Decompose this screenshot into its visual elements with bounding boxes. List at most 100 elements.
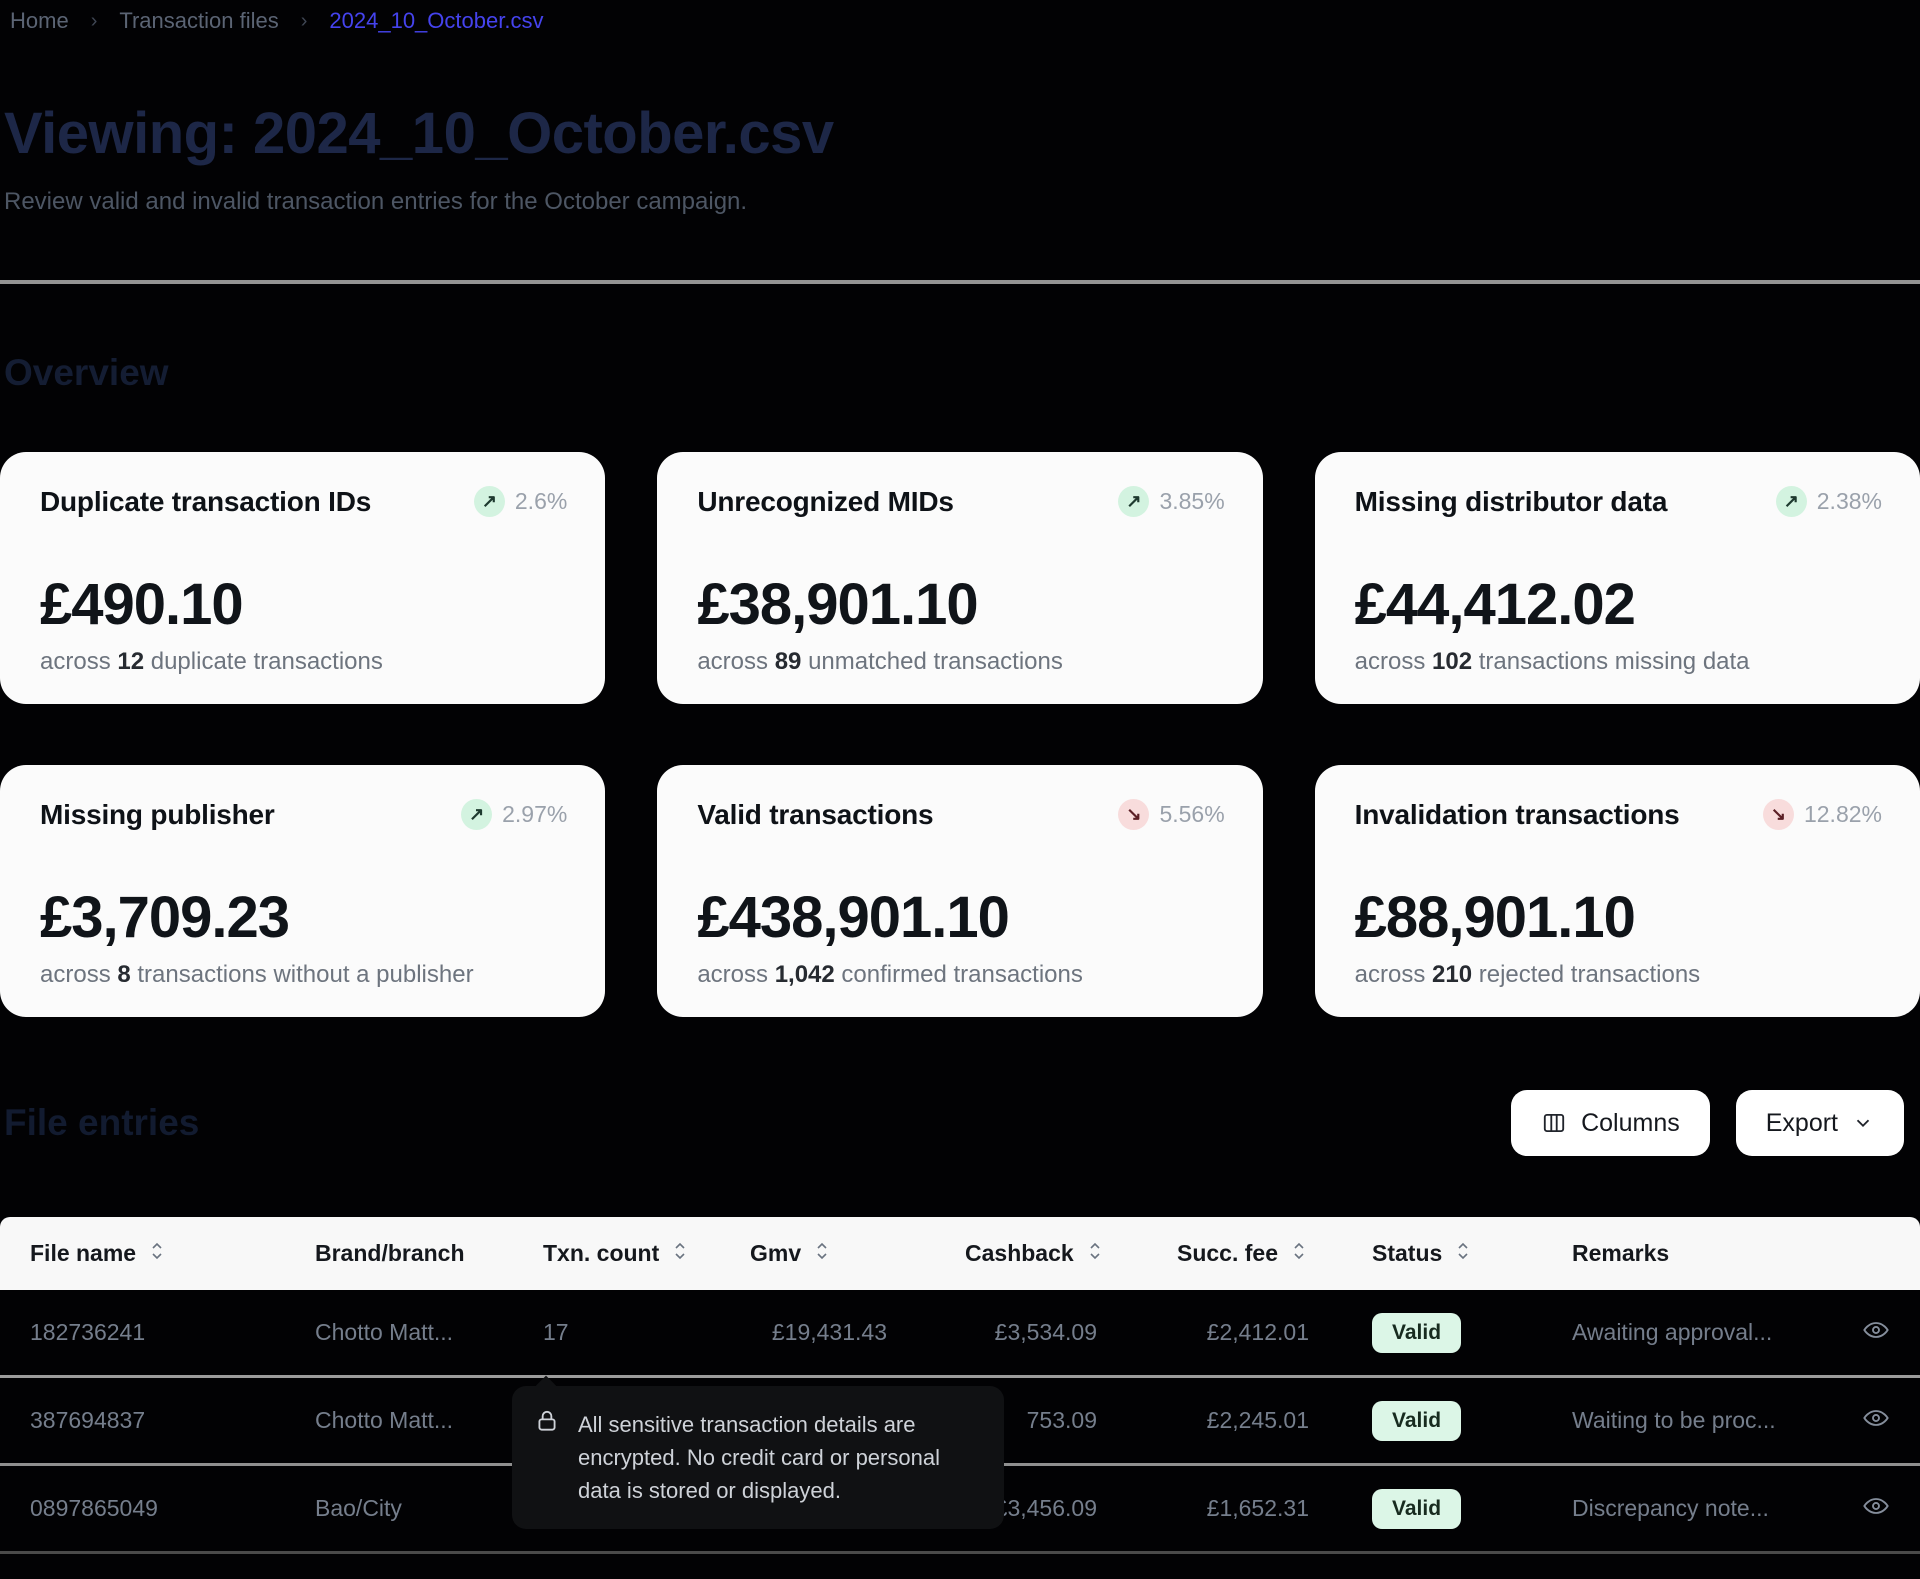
cell-file-name: 387694837 xyxy=(30,1407,315,1434)
encryption-tooltip: All sensitive transaction details are en… xyxy=(512,1386,1004,1529)
card-note-count: 89 xyxy=(775,648,802,675)
stat-card-duplicate-transaction-ids: Duplicate transaction IDs ↗ 2.6% £490.10… xyxy=(0,452,605,704)
card-note-count: 12 xyxy=(117,648,144,675)
card-note-count: 102 xyxy=(1432,648,1472,675)
column-header-remarks: Remarks xyxy=(1572,1240,1860,1267)
card-note: across 102 transactions missing data xyxy=(1355,648,1882,676)
cell-gmv: £19,431.43 xyxy=(750,1319,965,1346)
column-header-label: Remarks xyxy=(1572,1240,1669,1267)
column-header-label: Txn. count xyxy=(543,1240,659,1267)
breadcrumb-item-transaction-files[interactable]: Transaction files xyxy=(119,8,278,34)
trend-badge: ↗ 2.97% xyxy=(461,799,567,830)
view-row-button[interactable] xyxy=(1860,1316,1890,1350)
table-actions: Columns Export xyxy=(1511,1090,1916,1156)
column-header-cashback[interactable]: Cashback xyxy=(965,1240,1177,1267)
cell-brand-branch: Bao/City xyxy=(315,1495,543,1522)
columns-button-label: Columns xyxy=(1581,1109,1680,1138)
trend-value: 5.56% xyxy=(1159,801,1224,828)
cell-remarks: Discrepancy note... xyxy=(1572,1495,1860,1522)
trend-up-icon: ↗ xyxy=(461,799,492,830)
columns-icon xyxy=(1541,1110,1567,1136)
status-badge: Valid xyxy=(1372,1313,1461,1353)
trend-up-icon: ↗ xyxy=(1118,486,1149,517)
card-note-prefix: across xyxy=(40,648,111,675)
card-amount: £3,709.23 xyxy=(40,884,567,951)
breadcrumb-item-current-file[interactable]: 2024_10_October.csv xyxy=(329,8,543,34)
table-row: 182736241 Chotto Matt... 17 £19,431.43 £… xyxy=(0,1290,1920,1378)
column-header-label: Status xyxy=(1372,1240,1442,1267)
card-amount: £38,901.10 xyxy=(697,571,1224,638)
trend-value: 2.97% xyxy=(502,801,567,828)
view-row-button[interactable] xyxy=(1860,1404,1890,1438)
card-title: Duplicate transaction IDs xyxy=(40,486,371,518)
trend-value: 2.38% xyxy=(1817,488,1882,515)
breadcrumb-item-home[interactable]: Home xyxy=(10,8,69,34)
stat-card-valid-transactions: Valid transactions ↘ 5.56% £438,901.10 a… xyxy=(657,765,1262,1017)
page-subtitle: Review valid and invalid transaction ent… xyxy=(4,188,747,216)
column-header-txn-count[interactable]: Txn. count xyxy=(543,1240,750,1267)
stat-card-missing-publisher: Missing publisher ↗ 2.97% £3,709.23 acro… xyxy=(0,765,605,1017)
cell-succ-fee: £1,652.31 xyxy=(1177,1495,1372,1522)
card-note-suffix: transactions missing data xyxy=(1479,648,1750,675)
sort-icon xyxy=(1292,1240,1306,1267)
trend-up-icon: ↗ xyxy=(1776,486,1807,517)
column-header-label: Succ. fee xyxy=(1177,1240,1278,1267)
card-note-count: 210 xyxy=(1432,961,1472,988)
trend-value: 12.82% xyxy=(1804,801,1882,828)
columns-button[interactable]: Columns xyxy=(1511,1090,1710,1156)
trend-value: 3.85% xyxy=(1159,488,1224,515)
card-title: Missing distributor data xyxy=(1355,486,1668,518)
export-button-label: Export xyxy=(1766,1109,1838,1138)
stat-card-unrecognized-mids: Unrecognized MIDs ↗ 3.85% £38,901.10 acr… xyxy=(657,452,1262,704)
column-header-brand-branch: Brand/branch xyxy=(315,1240,543,1267)
sort-icon xyxy=(815,1240,829,1267)
sort-icon xyxy=(1456,1240,1470,1267)
file-entries-bar: File entries Columns Export xyxy=(4,1088,1916,1158)
column-header-file-name[interactable]: File name xyxy=(30,1240,315,1267)
view-row-button[interactable] xyxy=(1860,1492,1890,1526)
cell-txn-count: 17 xyxy=(543,1319,750,1346)
eye-icon xyxy=(1862,1316,1890,1350)
export-button[interactable]: Export xyxy=(1736,1090,1904,1156)
trend-value: 2.6% xyxy=(515,488,567,515)
card-note-count: 1,042 xyxy=(775,961,835,988)
card-note: across 89 unmatched transactions xyxy=(697,648,1224,676)
status-badge: Valid xyxy=(1372,1489,1461,1529)
breadcrumb: Home › Transaction files › 2024_10_Octob… xyxy=(10,8,543,34)
card-note-prefix: across xyxy=(1355,648,1426,675)
column-header-status[interactable]: Status xyxy=(1372,1240,1572,1267)
card-note-prefix: across xyxy=(697,961,768,988)
card-amount: £88,901.10 xyxy=(1355,884,1882,951)
card-title: Unrecognized MIDs xyxy=(697,486,953,518)
card-note-suffix: unmatched transactions xyxy=(808,648,1063,675)
trend-badge: ↗ 3.85% xyxy=(1118,486,1224,517)
cell-status: Valid xyxy=(1372,1401,1572,1441)
column-header-succ-fee[interactable]: Succ. fee xyxy=(1177,1240,1372,1267)
card-note: across 1,042 confirmed transactions xyxy=(697,961,1224,989)
chevron-down-icon xyxy=(1852,1112,1874,1134)
trend-badge: ↘ 5.56% xyxy=(1118,799,1224,830)
trend-badge: ↗ 2.6% xyxy=(474,486,567,517)
column-header-label: Cashback xyxy=(965,1240,1074,1267)
column-header-gmv[interactable]: Gmv xyxy=(750,1240,965,1267)
sort-icon xyxy=(1088,1240,1102,1267)
card-note-count: 8 xyxy=(117,961,130,988)
trend-badge: ↗ 2.38% xyxy=(1776,486,1882,517)
card-amount: £438,901.10 xyxy=(697,884,1224,951)
cell-remarks: Awaiting approval... xyxy=(1572,1319,1860,1346)
card-note: across 210 rejected transactions xyxy=(1355,961,1882,989)
trend-down-icon: ↘ xyxy=(1118,799,1149,830)
table-header-row: File name Brand/branch Txn. count Gmv Ca… xyxy=(0,1217,1920,1290)
trend-up-icon: ↗ xyxy=(474,486,505,517)
card-note: across 8 transactions without a publishe… xyxy=(40,961,567,989)
cell-file-name: 182736241 xyxy=(30,1319,315,1346)
status-badge: Valid xyxy=(1372,1401,1461,1441)
card-note-suffix: transactions without a publisher xyxy=(137,961,473,988)
cell-succ-fee: £2,245.01 xyxy=(1177,1407,1372,1434)
cell-brand-branch: Chotto Matt... xyxy=(315,1319,543,1346)
card-title: Valid transactions xyxy=(697,799,933,831)
cell-status: Valid xyxy=(1372,1489,1572,1529)
eye-icon xyxy=(1862,1404,1890,1438)
breadcrumb-separator: › xyxy=(301,10,308,33)
lock-icon xyxy=(534,1408,560,1507)
